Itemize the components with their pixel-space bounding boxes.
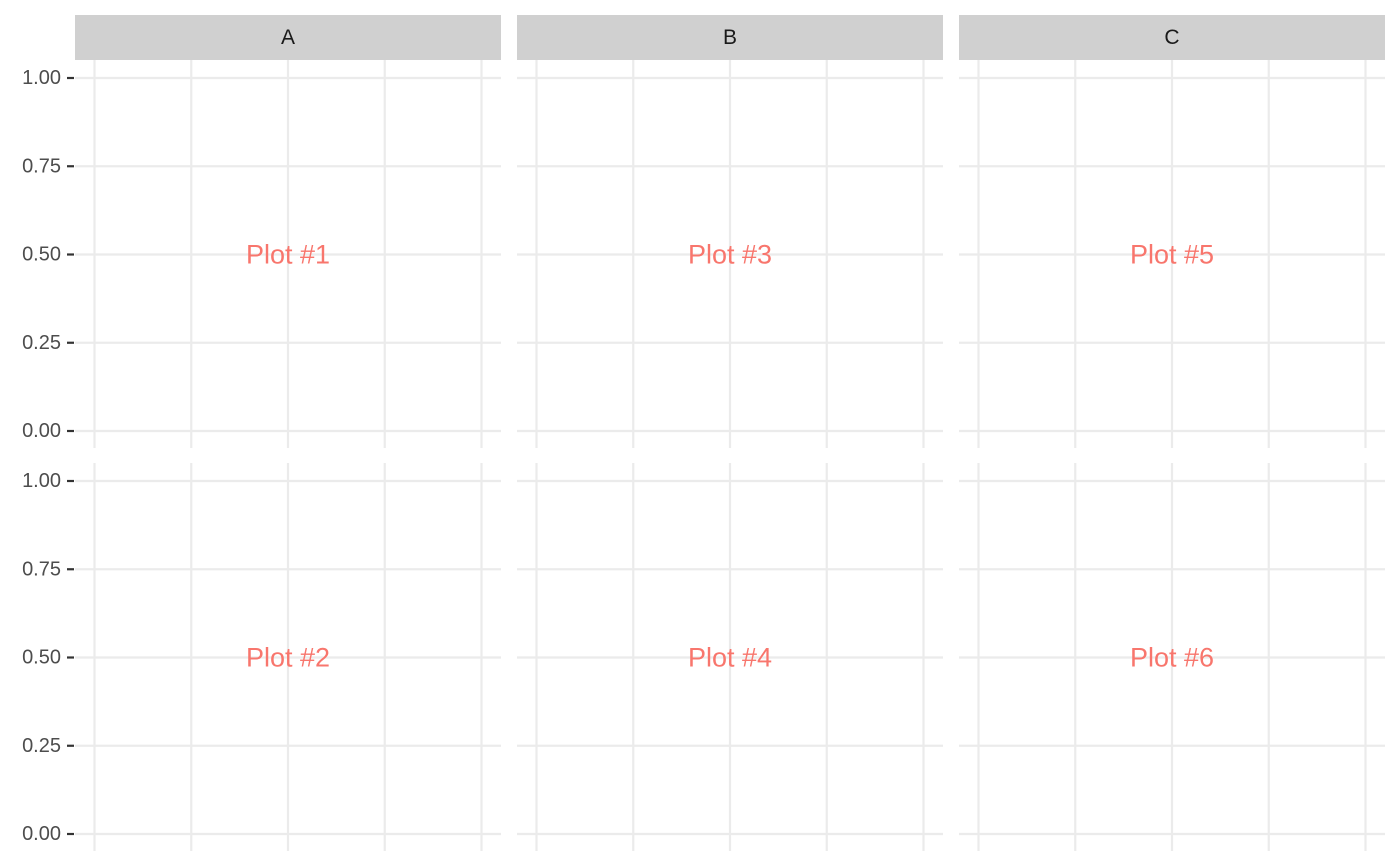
y-axis-tick-label: 0.50 [22, 244, 61, 266]
facet-strip-label: B [723, 26, 737, 49]
panel-annotation: Plot #6 [1130, 643, 1214, 673]
y-axis-tick-label: 1.00 [22, 67, 61, 89]
panel-annotation: Plot #1 [246, 240, 330, 270]
facet-panel: Plot #3 [517, 60, 943, 448]
y-axis-tick-label: 1.00 [22, 470, 61, 492]
faceted-chart: Plot #1 Plot #2 Plot #3 Plot #4 Plot #5 Plot … [22, 15, 1385, 851]
facet-panel: Plot #5 [959, 60, 1385, 448]
facet-panel: Plot #6 [959, 463, 1385, 851]
facet-strip-label: A [281, 26, 295, 49]
facet-panel: Plot #2 [75, 463, 501, 851]
y-axis-tick-label: 0.50 [22, 647, 61, 669]
y-axis-tick-label: 0.25 [22, 332, 61, 354]
facet-panel: Plot #4 [517, 463, 943, 851]
y-axis-tick-label: 0.00 [22, 823, 61, 845]
y-axis-tick-label: 0.00 [22, 420, 61, 442]
y-axis-tick-label: 0.75 [22, 155, 61, 177]
facet-panel: Plot #1 [75, 60, 501, 448]
y-axis-tick-label: 0.25 [22, 735, 61, 757]
y-axis-tick-label: 0.75 [22, 558, 61, 580]
panel-annotation: Plot #3 [688, 240, 772, 270]
panel-annotation: Plot #2 [246, 643, 330, 673]
panel-annotation: Plot #4 [688, 643, 772, 673]
panel-annotation: Plot #5 [1130, 240, 1214, 270]
facet-strip-label: C [1164, 26, 1179, 49]
